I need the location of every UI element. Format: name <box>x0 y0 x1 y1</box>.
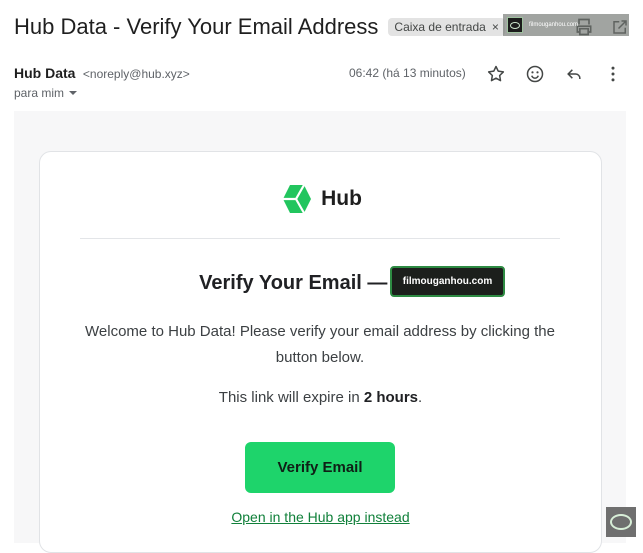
message-time: 06:42 (há 13 minutos) <box>349 66 466 80</box>
sender-name[interactable]: Hub Data <box>14 65 75 81</box>
more-vert-icon[interactable] <box>601 62 625 86</box>
verify-email-button[interactable]: Verify Email <box>245 442 395 493</box>
open-in-app-link[interactable]: Open in the Hub app instead <box>40 509 601 525</box>
watermark-corner-icon <box>606 507 636 537</box>
email-subject: Hub Data - Verify Your Email Address <box>14 14 379 39</box>
reply-icon[interactable] <box>562 62 586 86</box>
watermark-bar-text: filmouganhou.com <box>529 22 579 28</box>
divider <box>80 238 560 239</box>
watermark-logo-icon <box>507 17 523 33</box>
brand-name: Hub <box>321 187 362 210</box>
email-headline: Verify Your Email — Hello <box>199 272 442 294</box>
watermark-pill: filmouganhou.com <box>390 266 505 297</box>
label-remove-button[interactable]: × <box>492 20 499 34</box>
emoji-icon[interactable] <box>523 62 547 86</box>
expiry-prefix: This link will expire in <box>218 389 364 406</box>
expiry-duration: 2 hours <box>363 389 419 406</box>
email-card: Hub Verify Your Email — Hello Welcome to… <box>39 151 602 553</box>
recipients-toggle[interactable]: para mim <box>14 86 78 100</box>
expiry-suffix: . <box>418 389 423 406</box>
message-actions <box>484 62 625 86</box>
recipients-text: para mim <box>14 86 65 100</box>
subject-row: Hub Data - Verify Your Email Address Cai… <box>14 14 505 40</box>
hub-cube-icon <box>283 184 312 214</box>
watermark-bar: filmouganhou.com <box>503 14 629 36</box>
star-icon[interactable] <box>484 62 508 86</box>
chevron-down-icon <box>69 91 78 95</box>
inbox-label-text: Caixa de entrada <box>394 20 486 34</box>
expiry-text: This link will expire in 2 hours. <box>40 389 601 406</box>
sender-email: <noreply@hub.xyz> <box>82 67 190 81</box>
brand-header: Hub <box>40 182 601 216</box>
email-body-text: Welcome to Hub Data! Please verify your … <box>85 323 555 366</box>
inbox-label-chip[interactable]: Caixa de entrada × <box>388 18 505 36</box>
